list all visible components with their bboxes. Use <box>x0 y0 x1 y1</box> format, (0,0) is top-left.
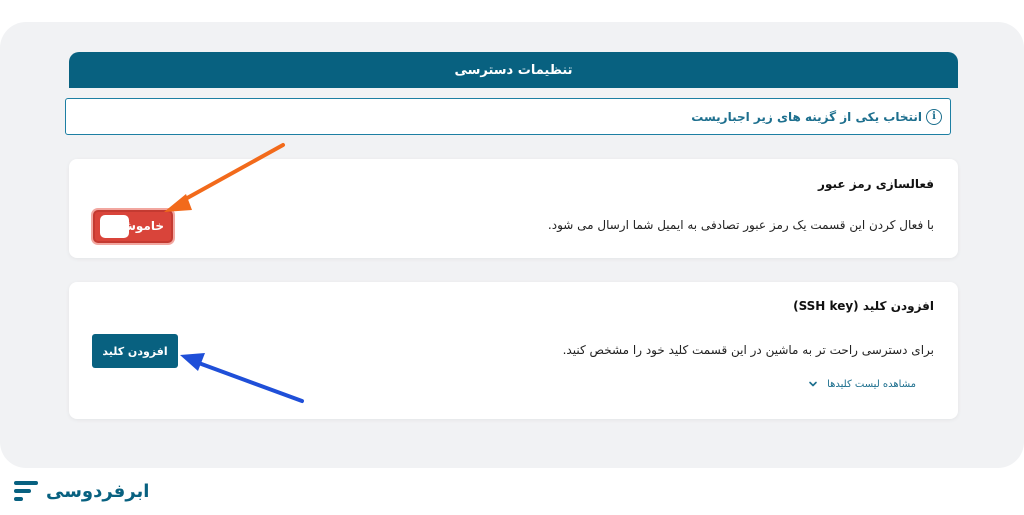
add-key-button[interactable]: افزودن کلید <box>92 334 178 368</box>
password-card-description: با فعال کردن این قسمت یک رمز عبور تصادفی… <box>547 218 934 232</box>
password-card: فعالسازی رمز عبور با فعال کردن این قسمت … <box>69 159 958 258</box>
section-header: تنظیمات دسترسی <box>69 52 958 88</box>
brand-logo: ابرفردوسی <box>12 474 149 508</box>
page-title: تنظیمات دسترسی <box>454 62 573 78</box>
toggle-label: خاموش <box>119 219 164 233</box>
ssh-card-description: برای دسترسی راحت تر به ماشین در این قسمت… <box>562 343 934 357</box>
view-keys-label: مشاهده لیست کلیدها <box>827 378 916 390</box>
required-notice: i انتخاب یکی از گزینه های زیر اجباریست <box>65 98 951 135</box>
password-card-title: فعالسازی رمز عبور <box>818 177 934 191</box>
ssh-key-card: افزودن کلید (SSH key) برای دسترسی راحت ت… <box>69 282 958 419</box>
password-toggle[interactable]: خاموش <box>93 210 173 243</box>
ssh-card-title: افزودن کلید (SSH key) <box>793 299 934 313</box>
notice-text: انتخاب یکی از گزینه های زیر اجباریست <box>691 109 922 124</box>
info-icon: i <box>926 108 942 125</box>
brand-logo-icon <box>14 481 38 501</box>
view-keys-link[interactable]: مشاهده لیست کلیدها <box>807 378 916 390</box>
chevron-down-icon <box>809 381 817 387</box>
brand-name: ابرفردوسی <box>46 480 150 502</box>
